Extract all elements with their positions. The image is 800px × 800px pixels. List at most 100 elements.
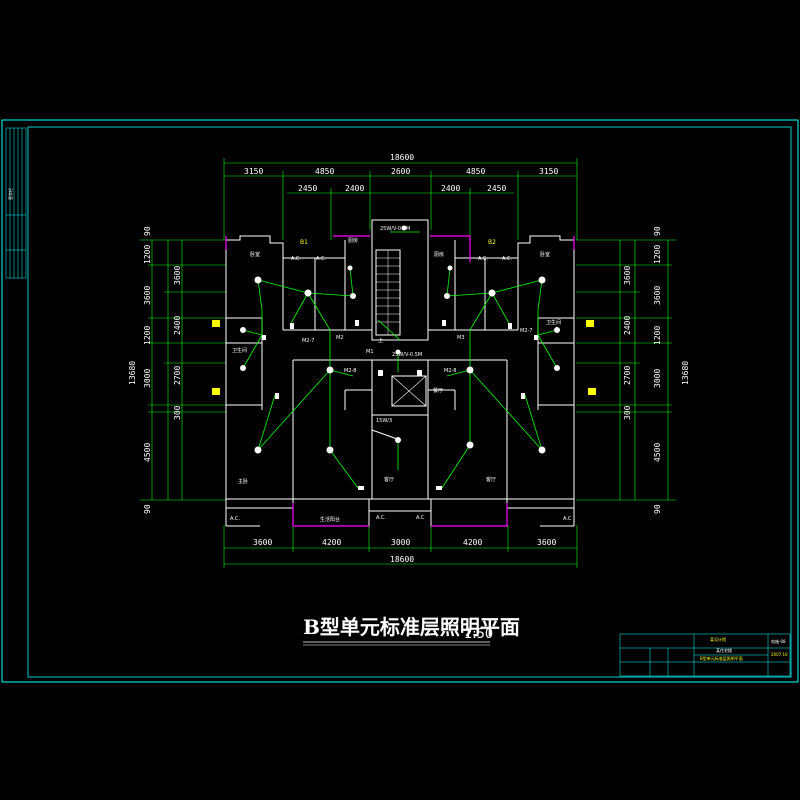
room-wc-left: 卫生间: [232, 347, 247, 354]
elevator-label: 15W/3: [376, 418, 392, 424]
tb-drawing-no: 电施-08: [771, 638, 786, 644]
left-dimensions: [140, 239, 226, 501]
lamp: [347, 265, 353, 271]
lamp: [254, 446, 262, 454]
tb-company: 某设计院: [710, 636, 726, 642]
door-m2-7-right: M2-7: [520, 328, 532, 334]
stair-up: 上: [378, 337, 383, 344]
dim-right-6: 300: [623, 405, 632, 420]
lamp: [466, 441, 474, 449]
dim-bot-total: 18600: [390, 555, 414, 564]
dim-bot-1: 3600: [253, 538, 272, 547]
dim-right-4: 1200: [653, 326, 662, 345]
left-dim-text: 13680 90 1200 3600 1200 3000 300 4500 90…: [128, 226, 182, 514]
dim-right-in-3: 2700: [623, 366, 632, 385]
dim-right-3: 3600: [653, 286, 662, 305]
dim-top-3: 2600: [391, 167, 410, 176]
stair-label-mid: 25W/V-0.5M: [392, 352, 422, 358]
room-wc-right: 卫生间: [546, 319, 561, 326]
lamp: [466, 366, 474, 374]
dim-left-in-3: 2700: [173, 366, 182, 385]
dim-bot-4: 4200: [463, 538, 482, 547]
ac-bot-4: A.C: [563, 516, 572, 522]
room-balcony: 生活阳台: [320, 516, 340, 523]
dim-right-8: 90: [653, 504, 662, 514]
dim-left-6: 300: [173, 405, 182, 420]
inner-frame: [27, 126, 792, 678]
lamp: [240, 327, 246, 333]
title-block: [619, 633, 791, 677]
lamp: [326, 366, 334, 374]
lamp: [447, 265, 453, 271]
lamp: [554, 365, 560, 371]
stair-label-top: 25W/V-0.3M: [380, 226, 410, 232]
dim-left-in-1: 3600: [173, 266, 182, 285]
dim-top-r3-1: 2450: [298, 184, 317, 193]
dim-top-total: 18600: [390, 153, 414, 162]
dim-bot-3: 3000: [391, 538, 410, 547]
door-m2-7-left: M2-7: [302, 338, 314, 344]
dim-left-4: 1200: [143, 326, 152, 345]
dim-right-1: 90: [653, 226, 662, 236]
door-m2-left: M2: [336, 335, 344, 341]
dim-left-3: 3600: [143, 286, 152, 305]
room-bed-right: 卧室: [540, 251, 550, 258]
lamp: [240, 365, 246, 371]
dim-top-1: 3150: [244, 167, 263, 176]
ac-bot-1: A.C.: [230, 516, 240, 522]
dim-left-outer: 13680: [128, 361, 137, 385]
dim-top-r3-3: 2400: [441, 184, 460, 193]
tb-sign: 签字栏: [7, 188, 13, 200]
ac-bot-3: A.C: [416, 515, 425, 521]
dim-left-7: 4500: [143, 443, 152, 462]
dim-top-4: 4850: [466, 167, 485, 176]
dim-top-5: 3150: [539, 167, 558, 176]
room-master-bed-left: 主卧: [238, 478, 248, 485]
dim-right-2: 1200: [653, 245, 662, 264]
dim-right-in-1: 3600: [623, 266, 632, 285]
room-kitchen-right: 厨房: [434, 251, 444, 258]
room-living-left: 客厅: [384, 476, 394, 483]
drawing-scale: 1:50: [464, 627, 493, 642]
lamp: [554, 327, 560, 333]
ac-right-2: A.C.: [502, 256, 512, 262]
dim-top-r3-4: 2450: [487, 184, 506, 193]
tb-project: 某住宅楼: [716, 647, 732, 653]
room-bed-left: 卧室: [250, 251, 260, 258]
dim-bot-5: 3600: [537, 538, 556, 547]
ac-left-1: A.C.: [291, 256, 301, 262]
ac-bot-2: A.C.: [376, 515, 386, 521]
unit-label-right: B2: [488, 239, 496, 246]
dim-right-outer: 13680: [681, 361, 690, 385]
lamp: [538, 276, 546, 284]
ac-left-2: A.C.: [316, 256, 326, 262]
switches: [262, 320, 538, 490]
dim-left-2: 1200: [143, 245, 152, 264]
elevator-cross: [391, 375, 427, 407]
door-m2-8-right: M2-8: [444, 368, 456, 374]
door-m1: M1: [366, 349, 374, 355]
dim-top-2: 4850: [315, 167, 334, 176]
cad-drawing: 18600 3150 4850 2600 4850 3150 2450 2400…: [1, 119, 799, 683]
lamp: [254, 276, 262, 284]
dim-top-r3-2: 2400: [345, 184, 364, 193]
lamp: [538, 446, 546, 454]
drawing-frame: [1, 119, 799, 683]
lamp: [488, 289, 496, 297]
lamp: [395, 437, 401, 443]
dim-right-7: 4500: [653, 443, 662, 462]
dim-left-5: 3000: [143, 369, 152, 388]
room-dining-left: 餐厅: [433, 387, 443, 394]
right-dim-text: 13680 90 1200 3600 1200 3000 300 4500 90…: [623, 226, 690, 514]
room-living-right: 客厅: [486, 476, 496, 483]
tb-date: 2007.10: [771, 652, 788, 657]
dim-right-in-2: 2400: [623, 316, 632, 335]
lamp: [350, 293, 356, 299]
dim-left-in-2: 2400: [173, 316, 182, 335]
door-m3: M3: [457, 335, 465, 341]
room-kitchen-left: 厨房: [348, 237, 358, 244]
dim-left-8: 90: [143, 504, 152, 514]
stair-treads: [376, 250, 400, 335]
dim-left-1: 90: [143, 226, 152, 236]
tb-drawing-name: B型单元标准层照明平面: [700, 655, 743, 661]
